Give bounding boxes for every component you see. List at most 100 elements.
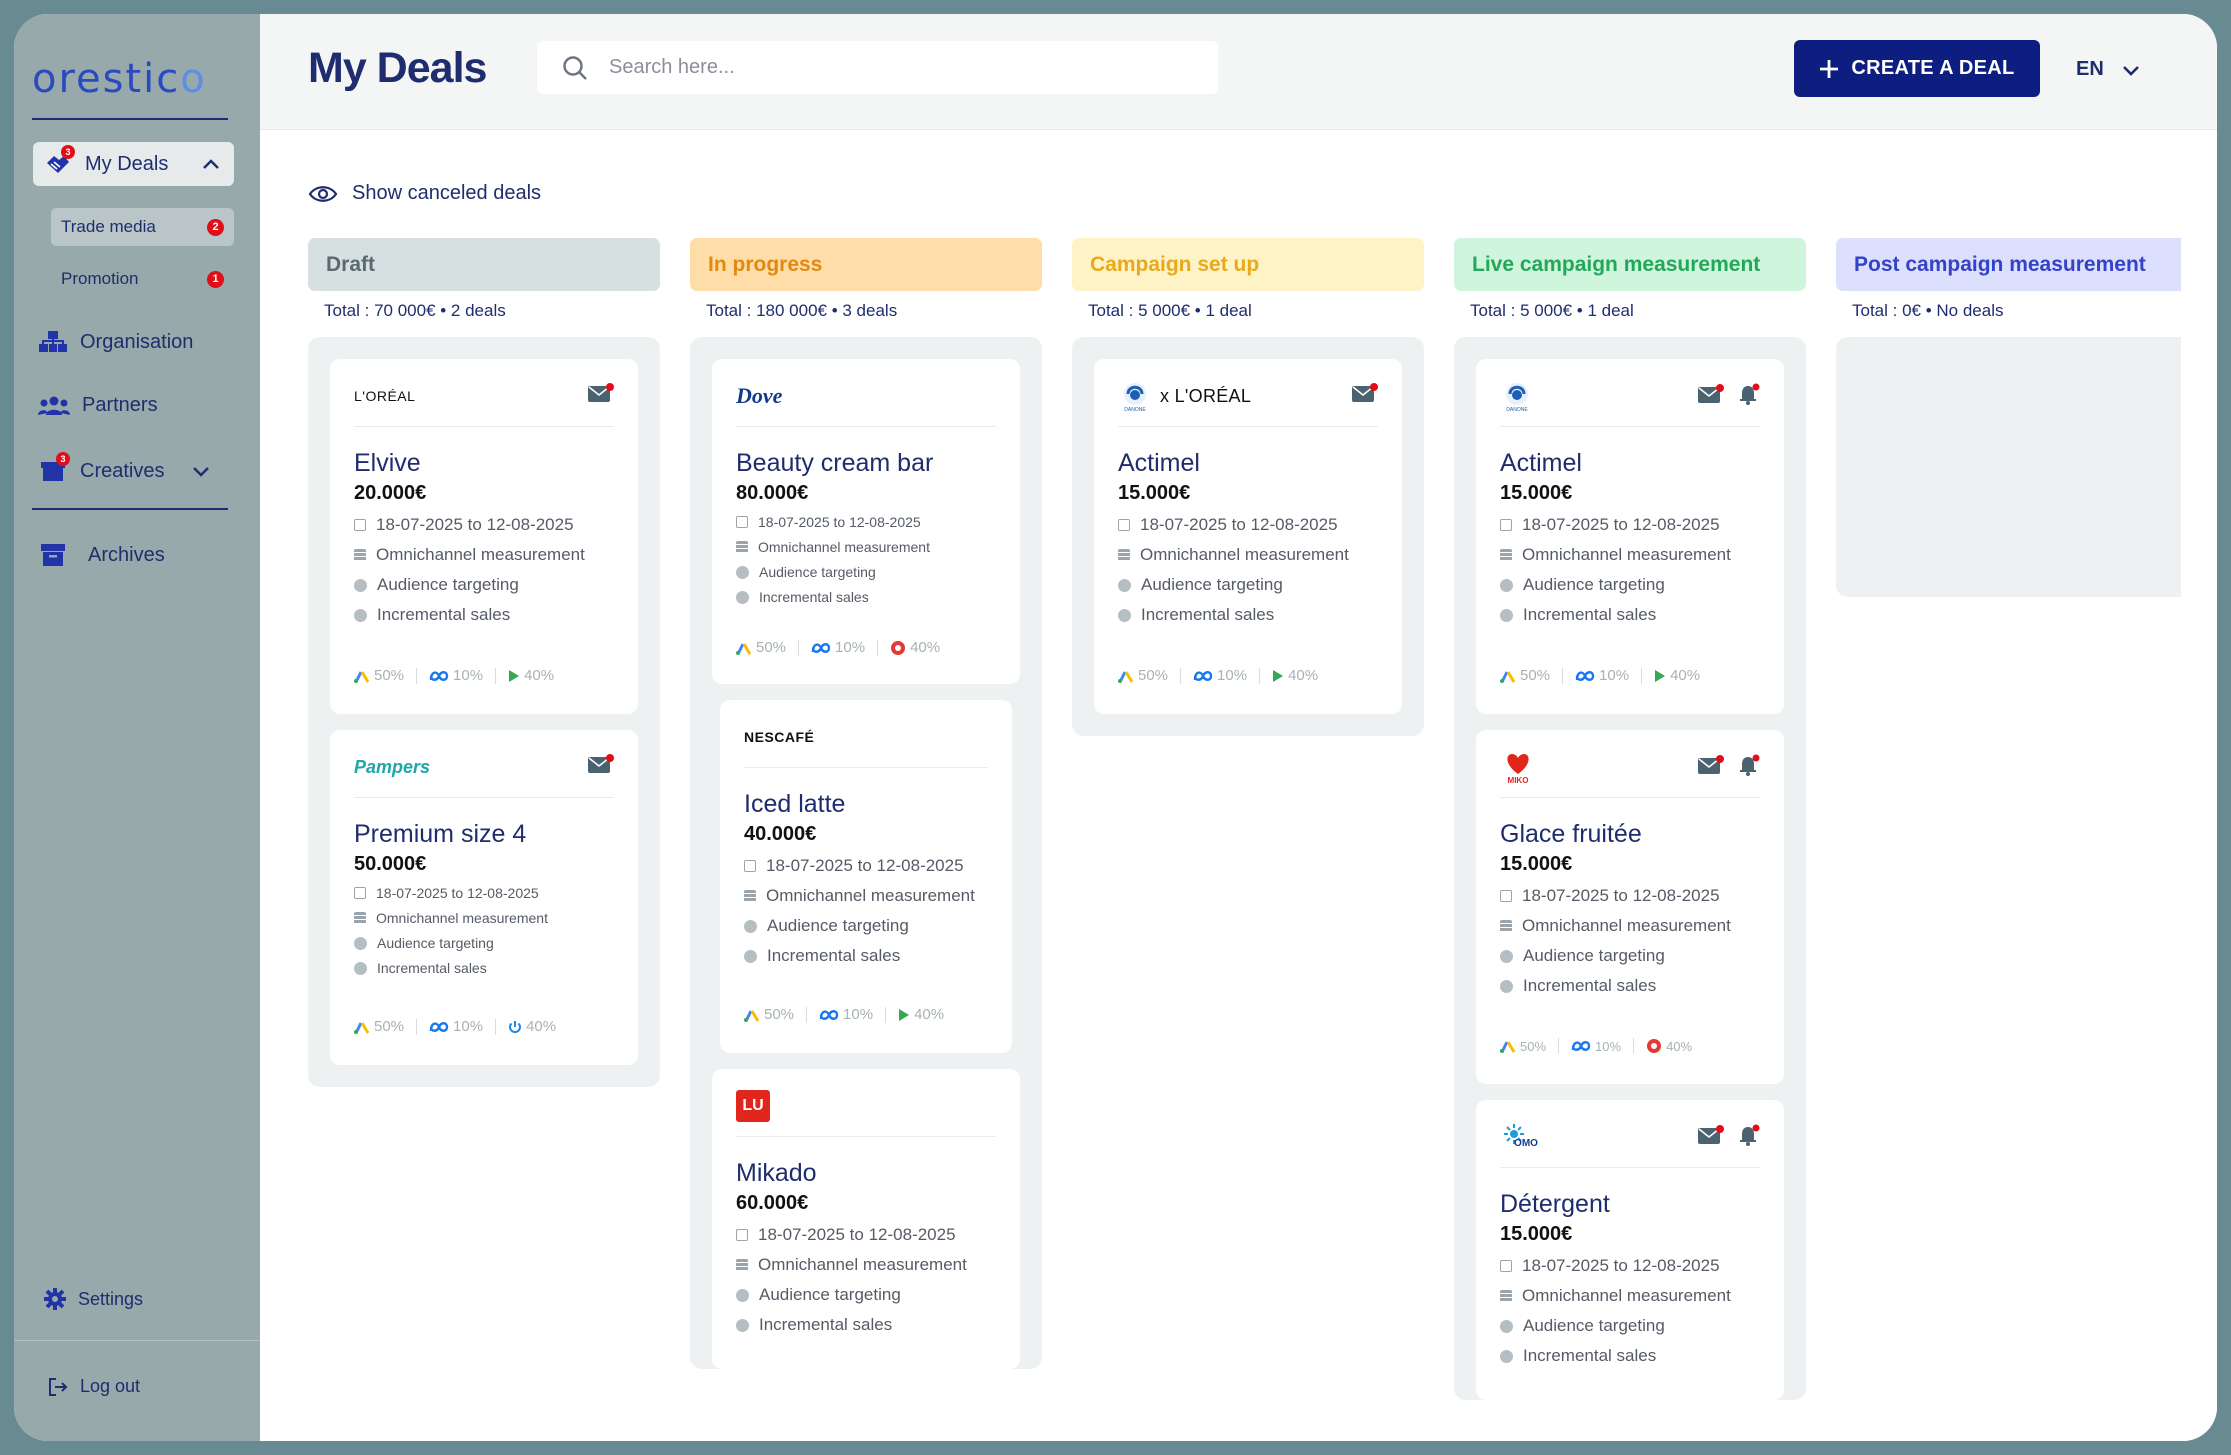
- bell-icon[interactable]: [1738, 1124, 1760, 1146]
- deal-amount: 15.000€: [1500, 482, 1573, 504]
- deal-feature: Omnichannel measurement: [758, 1255, 967, 1274]
- meta-icon: [1575, 670, 1595, 681]
- deal-feature: Incremental sales: [1523, 605, 1657, 624]
- sidebar-item-my-deals[interactable]: 3 My Deals: [33, 142, 234, 186]
- bell-icon[interactable]: [1738, 754, 1760, 776]
- channel-split: 50% 10% 40%: [354, 667, 614, 714]
- search-icon: [563, 55, 587, 80]
- check-circle-icon: [1500, 578, 1513, 592]
- sidebar-item-organisation[interactable]: Organisation: [38, 330, 193, 354]
- mail-icon[interactable]: [1698, 755, 1724, 775]
- meta-icon: [429, 1021, 449, 1032]
- deal-feature: Omnichannel measurement: [1522, 916, 1731, 935]
- check-circle-icon: [1500, 1319, 1513, 1333]
- deal-card[interactable]: MIKO Glace fruitée 15.000€ 18-07-2025 to…: [1476, 730, 1784, 1084]
- sidebar-item-settings[interactable]: Settings: [44, 1288, 143, 1310]
- deal-feature: Incremental sales: [1523, 976, 1657, 995]
- bell-icon[interactable]: [1738, 383, 1760, 405]
- deal-card[interactable]: LU Mikado 60.000€ 18-07-2025 to 12-08-20…: [712, 1069, 1020, 1369]
- meta-icon: [1571, 1041, 1591, 1051]
- column-campaign-set-up: Campaign set up Total : 5 000€ • 1 deal …: [1072, 238, 1424, 736]
- column-title: Post campaign measurement: [1854, 252, 2146, 276]
- create-deal-label: CREATE A DEAL: [1851, 57, 2015, 79]
- sidebar-item-archives[interactable]: Archives: [40, 542, 165, 568]
- sidebar-subitem-promotion[interactable]: Promotion 1: [51, 260, 234, 298]
- mail-icon[interactable]: [1698, 384, 1724, 404]
- play-store-icon: [1655, 669, 1666, 682]
- deal-card[interactable]: Dove Beauty cream bar 80.000€ 18-07-2025…: [712, 359, 1020, 684]
- show-canceled-label: Show canceled deals: [352, 182, 542, 204]
- deal-feature: Audience targeting: [759, 1285, 901, 1304]
- language-selector[interactable]: EN: [2076, 58, 2140, 81]
- gear-icon: [44, 1288, 66, 1310]
- search-bar[interactable]: [537, 41, 1218, 94]
- sidebar-subitem-label: Trade media: [61, 217, 156, 236]
- column-total: Total : 0€ • No deals: [1852, 301, 2004, 320]
- column-header: Draft: [308, 238, 660, 291]
- database-icon: [736, 1259, 748, 1271]
- divider: [32, 508, 228, 510]
- mail-icon[interactable]: [588, 754, 614, 774]
- deal-card[interactable]: DANONE Actimel 15.000€ 18-07-2025 to 12-…: [1476, 359, 1784, 714]
- info-circle-icon: [744, 949, 757, 963]
- deal-card[interactable]: DANONE x L'ORÉAL Actimel 15.000€ 18-07-2…: [1094, 359, 1402, 714]
- deal-amount: 15.000€: [1500, 853, 1573, 875]
- meta-icon: [819, 1009, 839, 1020]
- deal-feature: Omnichannel measurement: [766, 886, 975, 905]
- app-logo[interactable]: orestico: [32, 56, 207, 102]
- svg-text:MIKO: MIKO: [1508, 776, 1529, 784]
- meta-icon: [429, 670, 449, 681]
- column-header: Post campaign measurement: [1836, 238, 2181, 291]
- deal-amount: 15.000€: [1118, 482, 1191, 504]
- chevron-down-icon[interactable]: [192, 465, 210, 477]
- deal-feature: Incremental sales: [767, 946, 901, 965]
- deal-card[interactable]: Pampers Premium size 4 50.000€ 18-07-202…: [330, 730, 638, 1065]
- count-badge: 2: [207, 218, 224, 236]
- deal-feature: Incremental sales: [1523, 1346, 1657, 1365]
- power-icon: [509, 1020, 522, 1033]
- info-circle-icon: [1500, 608, 1513, 622]
- mail-icon[interactable]: [1698, 1125, 1724, 1145]
- divider: [32, 118, 228, 120]
- play-store-icon: [899, 1008, 910, 1021]
- users-icon: [38, 396, 70, 415]
- sidebar-item-partners[interactable]: Partners: [38, 394, 158, 417]
- google-ads-icon: [1500, 1041, 1516, 1053]
- database-icon: [1500, 549, 1512, 561]
- svg-text:OMO: OMO: [1514, 1138, 1538, 1149]
- create-deal-button[interactable]: CREATE A DEAL: [1794, 40, 2040, 97]
- deal-card[interactable]: L'ORÉAL Elvive 20.000€ 18-07-2025 to 12-…: [330, 359, 638, 714]
- deal-feature: Audience targeting: [377, 935, 494, 951]
- deal-title: Beauty cream bar: [736, 449, 934, 477]
- deal-dates: 18-07-2025 to 12-08-2025: [766, 856, 964, 875]
- app-window: orestico 3 My Deals Trade media 2 Promot…: [14, 14, 2217, 1441]
- google-ads-icon: [354, 1021, 370, 1034]
- search-input[interactable]: [609, 56, 1189, 79]
- sidebar-item-creatives[interactable]: 3 Creatives: [38, 452, 210, 484]
- deal-card[interactable]: OMO Détergent 15.000€ 18-07-2025 to 12-0…: [1476, 1100, 1784, 1400]
- meta-icon: [811, 642, 831, 653]
- sidebar-subitem-trade-media[interactable]: Trade media 2: [51, 208, 234, 246]
- deal-feature: Audience targeting: [1523, 575, 1665, 594]
- sidebar-item-label: Log out: [80, 1376, 141, 1396]
- chevron-up-icon[interactable]: [202, 158, 220, 170]
- deal-dates: 18-07-2025 to 12-08-2025: [1522, 515, 1720, 534]
- eye-icon: [308, 185, 338, 202]
- database-icon: [736, 541, 748, 553]
- column-body-empty: [1836, 337, 2181, 597]
- brand-logo: Dove: [736, 383, 783, 408]
- column-title: Campaign set up: [1090, 252, 1260, 276]
- info-circle-icon: [736, 590, 749, 604]
- google-ads-icon: [1500, 670, 1516, 683]
- brand-logo: LU: [736, 1087, 786, 1125]
- logout-button[interactable]: Log out: [48, 1376, 140, 1397]
- deal-card[interactable]: NESCAFÉ Iced latte 40.000€ 18-07-2025 to…: [720, 700, 1012, 1053]
- show-canceled-toggle[interactable]: Show canceled deals: [308, 182, 541, 205]
- deal-feature: Audience targeting: [1523, 946, 1665, 965]
- divider: [14, 1340, 260, 1341]
- deal-feature: Incremental sales: [759, 589, 869, 605]
- page-title: My Deals: [308, 44, 487, 92]
- mail-icon[interactable]: [588, 383, 614, 403]
- mail-icon[interactable]: [1352, 383, 1378, 403]
- column-header: Live campaign measurement: [1454, 238, 1806, 291]
